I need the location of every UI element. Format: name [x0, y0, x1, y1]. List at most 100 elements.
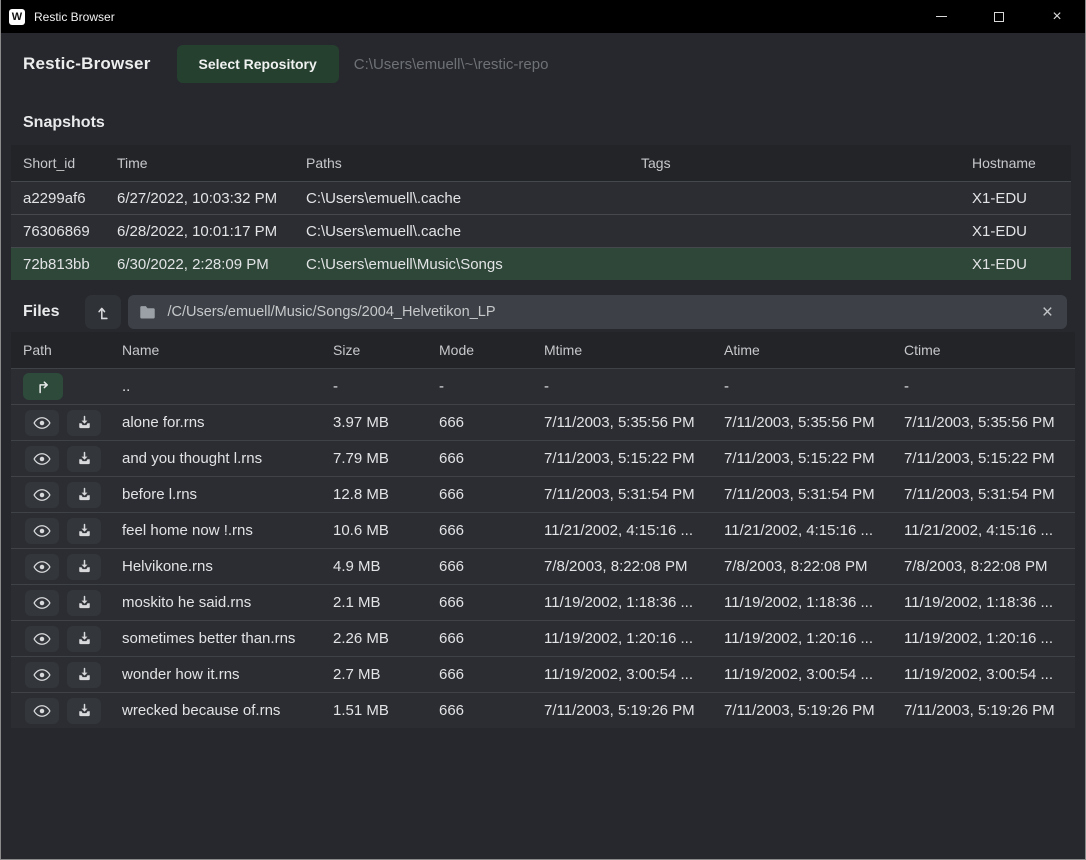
preview-file-button[interactable] — [25, 518, 59, 544]
snapshot-time: 6/30/2022, 2:28:09 PM — [117, 256, 306, 273]
file-name: alone for.rns — [122, 414, 333, 431]
download-file-button[interactable] — [67, 482, 101, 508]
file-ctime: 7/11/2003, 5:15:22 PM — [904, 450, 1075, 467]
file-atime: 7/11/2003, 5:35:56 PM — [724, 414, 904, 431]
eye-icon — [33, 596, 51, 610]
files-bar: Files /C/Users/emuell/Music/Songs/2004_H… — [1, 280, 1085, 329]
repository-path-text: C:\Users\emuell\~\restic-repo — [354, 56, 549, 73]
clear-path-icon: × — [1042, 302, 1053, 323]
minimize-button[interactable] — [912, 0, 970, 33]
file-mode: 666 — [439, 414, 544, 431]
current-path-breadcrumb[interactable]: /C/Users/emuell/Music/Songs/2004_Helveti… — [128, 295, 1067, 329]
snapshot-row[interactable]: a2299af6 6/27/2022, 10:03:32 PM C:\Users… — [11, 181, 1071, 214]
file-mtime: 7/11/2003, 5:19:26 PM — [544, 702, 724, 719]
file-ctime: 11/19/2002, 1:20:16 ... — [904, 630, 1075, 647]
breadcrumb-path-text: /C/Users/emuell/Music/Songs/2004_Helveti… — [167, 304, 1041, 320]
preview-file-button[interactable] — [25, 482, 59, 508]
column-header-mode: Mode — [439, 342, 544, 358]
preview-file-button[interactable] — [25, 410, 59, 436]
file-mode: 666 — [439, 594, 544, 611]
file-mode: 666 — [439, 666, 544, 683]
download-icon — [77, 559, 92, 574]
file-ctime: 7/11/2003, 5:19:26 PM — [904, 702, 1075, 719]
download-icon — [77, 451, 92, 466]
files-table: Path Name Size Mode Mtime Atime Ctime ..… — [11, 332, 1075, 728]
snapshot-row[interactable]: 72b813bb 6/30/2022, 2:28:09 PM C:\Users\… — [11, 247, 1071, 280]
file-mtime: 11/19/2002, 1:18:36 ... — [544, 594, 724, 611]
file-name: sometimes better than.rns — [122, 630, 333, 647]
file-ctime: 7/8/2003, 8:22:08 PM — [904, 558, 1075, 575]
file-row: before l.rns 12.8 MB 666 7/11/2003, 5:31… — [11, 476, 1075, 512]
download-file-button[interactable] — [67, 698, 101, 724]
file-size: - — [333, 378, 439, 395]
snapshot-time: 6/27/2022, 10:03:32 PM — [117, 190, 306, 207]
snapshots-table-header: Short_id Time Paths Tags Hostname — [11, 145, 1071, 181]
files-table-header: Path Name Size Mode Mtime Atime Ctime — [11, 332, 1075, 368]
eye-icon — [33, 704, 51, 718]
download-file-button[interactable] — [67, 662, 101, 688]
snapshot-paths: C:\Users\emuell\.cache — [306, 190, 641, 207]
file-mtime: 11/21/2002, 4:15:16 ... — [544, 522, 724, 539]
file-mode: 666 — [439, 450, 544, 467]
file-size: 2.7 MB — [333, 666, 439, 683]
column-header-tags: Tags — [641, 155, 972, 171]
minimize-icon — [936, 16, 947, 17]
file-size: 1.51 MB — [333, 702, 439, 719]
file-ctime: 7/11/2003, 5:35:56 PM — [904, 414, 1075, 431]
preview-file-button[interactable] — [25, 446, 59, 472]
file-mtime: 11/19/2002, 3:00:54 ... — [544, 666, 724, 683]
download-file-button[interactable] — [67, 518, 101, 544]
download-file-button[interactable] — [67, 590, 101, 616]
column-header-hostname: Hostname — [972, 155, 1071, 171]
file-mtime: - — [544, 378, 724, 395]
snapshot-short-id: 76306869 — [11, 223, 117, 240]
file-mtime: 7/11/2003, 5:15:22 PM — [544, 450, 724, 467]
clear-path-button[interactable]: × — [1042, 303, 1053, 322]
select-repository-button[interactable]: Select Repository — [177, 45, 339, 83]
go-up-directory-button[interactable] — [23, 373, 63, 400]
file-size: 4.9 MB — [333, 558, 439, 575]
window-title: Restic Browser — [34, 10, 115, 24]
go-to-root-button[interactable] — [85, 295, 121, 329]
file-ctime: 11/21/2002, 4:15:16 ... — [904, 522, 1075, 539]
preview-file-button[interactable] — [25, 626, 59, 652]
file-mode: 666 — [439, 558, 544, 575]
file-mode: 666 — [439, 486, 544, 503]
close-button[interactable]: × — [1028, 0, 1086, 33]
eye-icon — [33, 668, 51, 682]
download-file-button[interactable] — [67, 446, 101, 472]
file-name: and you thought l.rns — [122, 450, 333, 467]
file-atime: - — [724, 378, 904, 395]
eye-icon — [33, 452, 51, 466]
file-atime: 11/21/2002, 4:15:16 ... — [724, 522, 904, 539]
download-file-button[interactable] — [67, 554, 101, 580]
preview-file-button[interactable] — [25, 698, 59, 724]
snapshot-row[interactable]: 76306869 6/28/2022, 10:01:17 PM C:\Users… — [11, 214, 1071, 247]
maximize-button[interactable] — [970, 0, 1028, 33]
column-header-mtime: Mtime — [544, 342, 724, 358]
up-right-arrow-icon — [35, 379, 52, 395]
download-file-button[interactable] — [67, 410, 101, 436]
file-row: wrecked because of.rns 1.51 MB 666 7/11/… — [11, 692, 1075, 728]
file-atime: 7/11/2003, 5:19:26 PM — [724, 702, 904, 719]
snapshot-hostname: X1-EDU — [972, 223, 1071, 240]
file-row: sometimes better than.rns 2.26 MB 666 11… — [11, 620, 1075, 656]
column-header-short-id: Short_id — [11, 155, 117, 171]
eye-icon — [33, 524, 51, 538]
download-icon — [77, 703, 92, 718]
column-header-paths: Paths — [306, 155, 641, 171]
empty-area — [1, 728, 1085, 859]
file-atime: 7/11/2003, 5:15:22 PM — [724, 450, 904, 467]
file-row: alone for.rns 3.97 MB 666 7/11/2003, 5:3… — [11, 404, 1075, 440]
app-logo-icon: W — [9, 9, 25, 25]
file-ctime: 11/19/2002, 3:00:54 ... — [904, 666, 1075, 683]
file-name: moskito he said.rns — [122, 594, 333, 611]
preview-file-button[interactable] — [25, 554, 59, 580]
file-name: Helvikone.rns — [122, 558, 333, 575]
preview-file-button[interactable] — [25, 590, 59, 616]
preview-file-button[interactable] — [25, 662, 59, 688]
file-atime: 11/19/2002, 3:00:54 ... — [724, 666, 904, 683]
download-file-button[interactable] — [67, 626, 101, 652]
snapshot-time: 6/28/2022, 10:01:17 PM — [117, 223, 306, 240]
file-mtime: 11/19/2002, 1:20:16 ... — [544, 630, 724, 647]
